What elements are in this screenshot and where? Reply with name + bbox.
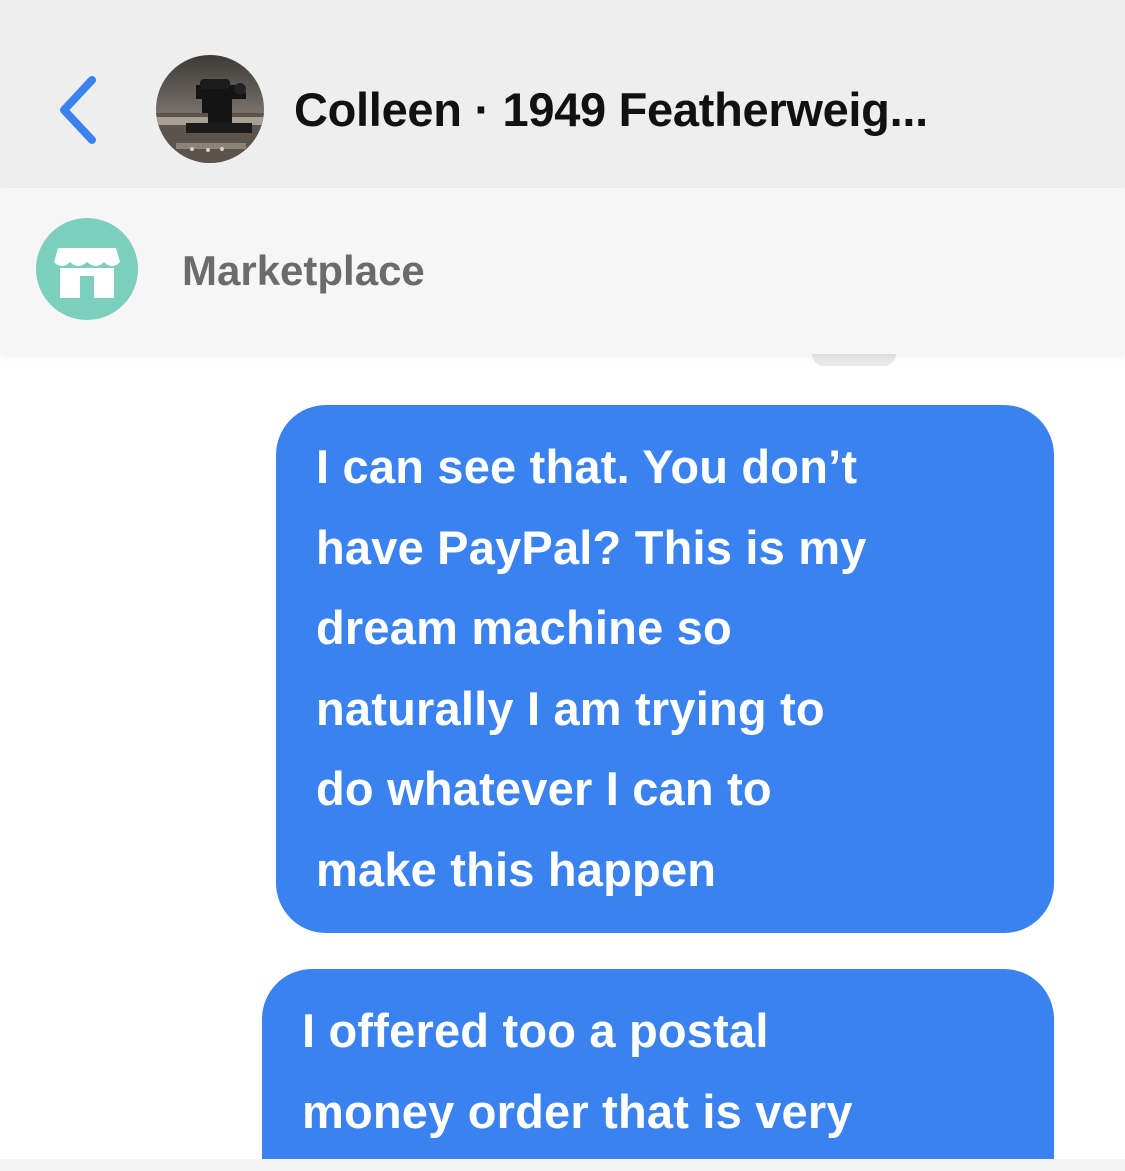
storefront-icon bbox=[36, 218, 138, 320]
message-line: do whatever I can to bbox=[316, 762, 772, 815]
message-bubble-sent[interactable]: I offered too a postal money order that … bbox=[262, 969, 1054, 1171]
marketplace-banner[interactable]: Marketplace bbox=[0, 188, 1125, 354]
message-bubble-sent[interactable]: I can see that. You don’t have PayPal? T… bbox=[276, 405, 1054, 933]
chevron-left-icon bbox=[60, 76, 96, 144]
bottom-edge bbox=[0, 1159, 1125, 1171]
marketplace-label: Marketplace bbox=[182, 247, 425, 294]
message-line: naturally I am trying to bbox=[316, 681, 825, 735]
message-line: I offered too a postal bbox=[302, 1004, 769, 1057]
message-line: I can see that. You don’t bbox=[316, 440, 858, 493]
message-line: make this happen bbox=[316, 842, 717, 896]
sewing-machine-photo bbox=[156, 55, 264, 163]
chat-header: Colleen · 1949 Featherweig... bbox=[0, 0, 1125, 188]
messenger-chat-screen: Colleen · 1949 Featherweig... Marketplac… bbox=[0, 0, 1125, 1171]
chat-title[interactable]: Colleen · 1949 Featherweig... bbox=[294, 80, 1094, 140]
message-line: dream machine so bbox=[316, 601, 732, 654]
message-line: money order that is very bbox=[302, 1084, 853, 1138]
avatar[interactable] bbox=[156, 55, 264, 163]
message-line: have PayPal? This is my bbox=[316, 520, 867, 574]
scroll-indicator bbox=[812, 354, 896, 366]
back-button[interactable] bbox=[50, 70, 106, 150]
